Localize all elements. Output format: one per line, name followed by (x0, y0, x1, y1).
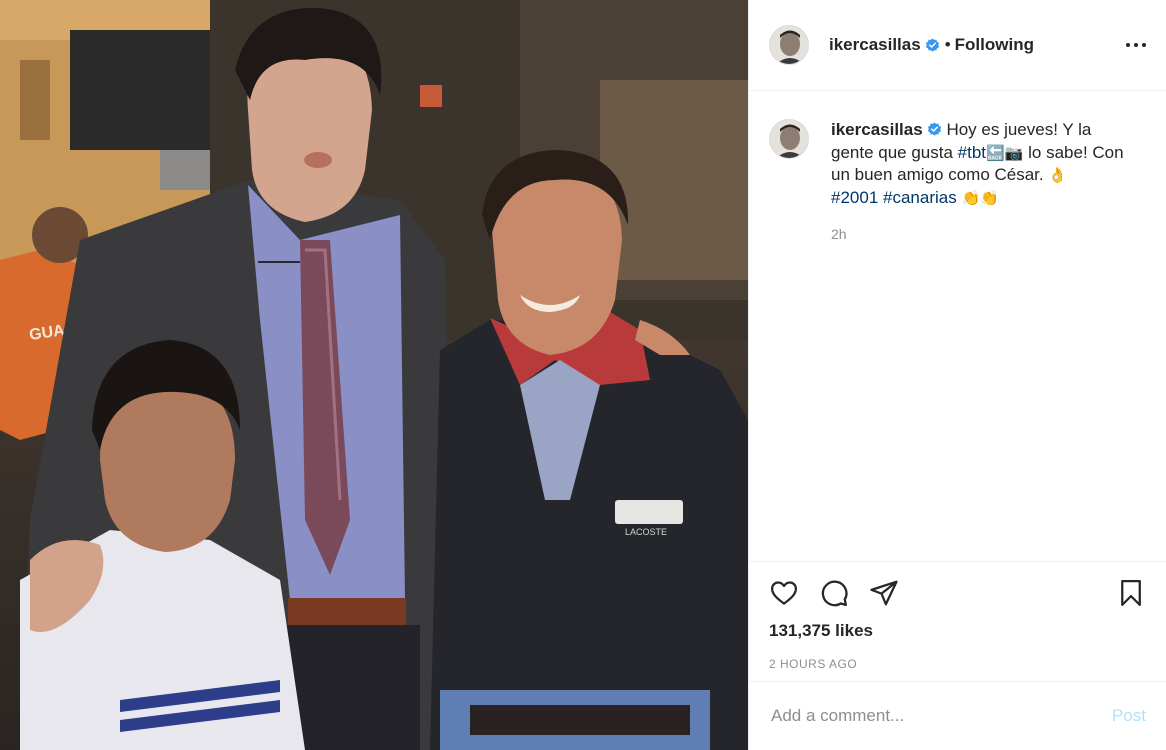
caption-area: ikercasillas Hoy es jueves! Y la gente q… (749, 91, 1166, 246)
comment-icon[interactable] (819, 578, 849, 608)
caption-text: ikercasillas Hoy es jueves! Y la gente q… (831, 119, 1131, 246)
caption-avatar[interactable] (769, 119, 809, 159)
hashtag-canarias[interactable]: #canarias (883, 188, 957, 207)
heart-icon[interactable] (769, 578, 799, 608)
following-button[interactable]: Following (955, 35, 1034, 55)
actions-section: 131,375 likes 2 HOURS AGO (749, 561, 1166, 671)
instagram-post: GUARD LACOSTE ikercasillas • Following i… (0, 0, 1166, 750)
verified-badge-icon (927, 122, 941, 136)
back-emoji: 🔙 (986, 143, 1005, 162)
share-icon[interactable] (869, 578, 899, 608)
post-sidebar: ikercasillas • Following ikercasillas Ho… (748, 0, 1166, 750)
ok-hand-emoji: 👌 (1048, 166, 1068, 184)
likes-count[interactable]: 131,375 likes (749, 608, 1166, 641)
comment-input[interactable] (769, 705, 1112, 727)
header-separator: • (944, 35, 951, 54)
clapping-emoji: 👏👏 (961, 188, 999, 207)
author-avatar[interactable] (769, 25, 809, 65)
hashtag-tbt[interactable]: #tbt (958, 143, 986, 162)
photo-illustration: GUARD LACOSTE (0, 0, 748, 750)
more-options-icon[interactable] (1126, 35, 1146, 55)
action-bar (749, 562, 1166, 608)
caption-time-ago[interactable]: 2h (831, 223, 1131, 246)
comment-form: Post (749, 681, 1166, 750)
post-header: ikercasillas • Following (749, 0, 1166, 91)
header-username[interactable]: ikercasillas (829, 35, 921, 55)
post-photo[interactable]: GUARD LACOSTE (0, 0, 748, 750)
camera-emoji: 📷 (1004, 143, 1024, 162)
avatar-image (770, 120, 808, 158)
hashtag-2001[interactable]: #2001 (831, 188, 878, 207)
bookmark-icon[interactable] (1116, 578, 1146, 608)
posted-timestamp[interactable]: 2 HOURS AGO (749, 641, 1166, 671)
caption-username[interactable]: ikercasillas (831, 120, 923, 139)
verified-badge-icon (925, 37, 939, 52)
header-user-info: ikercasillas • Following (829, 35, 1034, 55)
post-comment-button[interactable]: Post (1112, 706, 1146, 726)
shirt-logo: LACOSTE (625, 527, 667, 537)
avatar-image (770, 26, 808, 64)
